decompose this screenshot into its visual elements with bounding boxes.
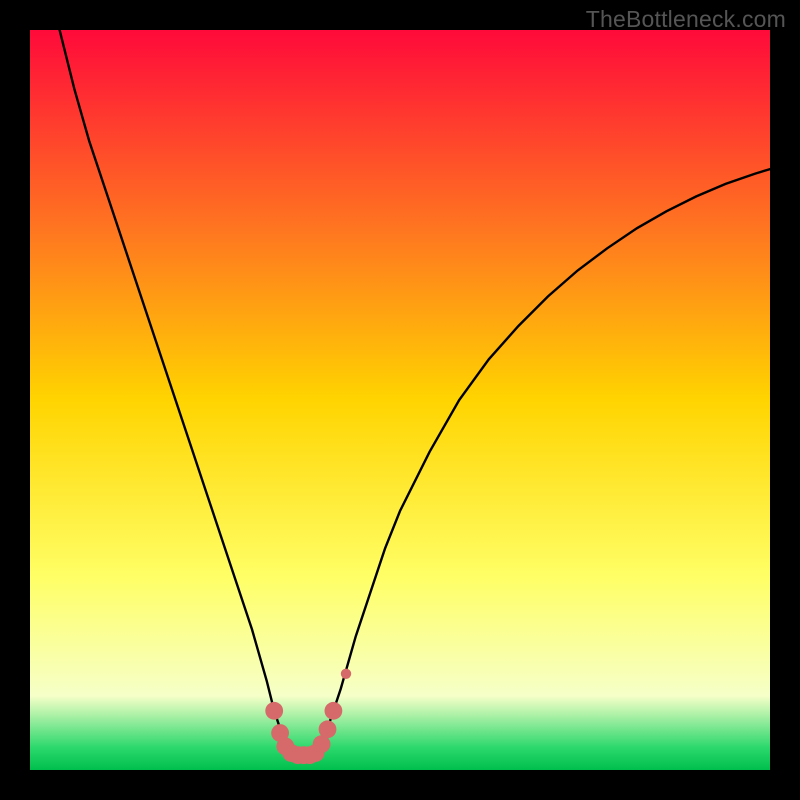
highlight-marker: [325, 702, 343, 720]
watermark-text: TheBottleneck.com: [586, 6, 786, 33]
chart-svg: [30, 30, 770, 770]
highlight-marker: [341, 669, 351, 679]
highlight-marker: [319, 720, 337, 738]
highlight-marker: [265, 702, 283, 720]
plot-area: [30, 30, 770, 770]
gradient-background: [30, 30, 770, 770]
chart-frame: TheBottleneck.com: [0, 0, 800, 800]
